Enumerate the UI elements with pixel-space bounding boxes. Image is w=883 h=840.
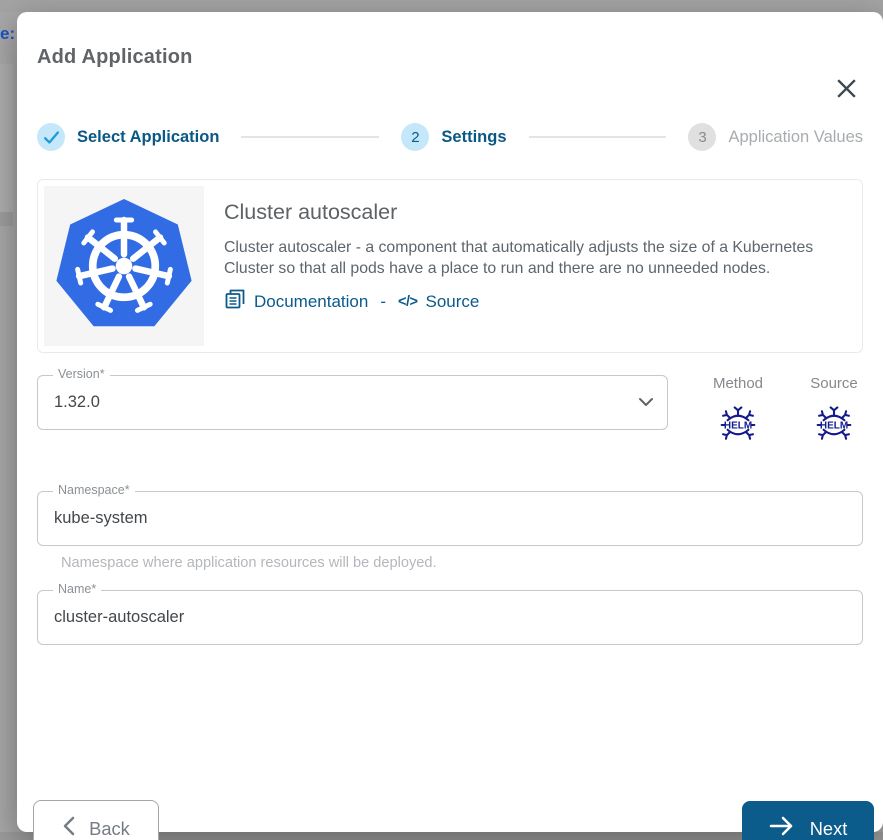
- step-select-application[interactable]: Select Application: [37, 123, 219, 151]
- name-input[interactable]: [54, 608, 846, 627]
- namespace-label: Namespace*: [53, 483, 135, 497]
- back-button-label: Back: [89, 818, 130, 840]
- documentation-icon: [224, 288, 246, 315]
- namespace-helper-text: Namespace where application resources wi…: [61, 555, 863, 571]
- step-connector: [241, 136, 379, 138]
- svg-text:HELM: HELM: [820, 420, 848, 431]
- step-application-values[interactable]: 3 Application Values: [688, 123, 863, 151]
- dialog-title: Add Application: [37, 46, 863, 69]
- namespace-input[interactable]: [54, 509, 846, 528]
- source-link[interactable]: </> Source: [398, 292, 479, 312]
- wizard-stepper: Select Application 2 Settings 3 Applicat…: [37, 123, 863, 151]
- step-number-badge: 2: [401, 123, 429, 151]
- application-description: Cluster autoscaler - a component that au…: [224, 237, 824, 279]
- name-label: Name*: [53, 582, 101, 596]
- svg-text:HELM: HELM: [724, 420, 752, 431]
- step-connector: [529, 136, 667, 138]
- step-number-badge: 3: [688, 123, 716, 151]
- dimmed-background-top: [0, 0, 883, 12]
- next-button-label: Next: [810, 818, 848, 840]
- close-button[interactable]: [833, 77, 859, 103]
- back-button[interactable]: Back: [33, 800, 159, 840]
- helm-source-icon: HELM: [815, 406, 853, 449]
- chevron-down-icon: [638, 394, 654, 412]
- kubernetes-logo-icon: [55, 199, 193, 333]
- version-select[interactable]: Version* 1.32.0: [37, 375, 668, 430]
- version-label: Version*: [53, 367, 110, 381]
- namespace-field-container: Namespace*: [37, 491, 863, 546]
- step-complete-check-icon: [37, 123, 65, 151]
- add-application-dialog: Add Application Select Application 2: [17, 12, 883, 832]
- background-text-fragment: e:: [0, 24, 15, 44]
- source-link-label: Source: [425, 292, 479, 312]
- step-label: Settings: [441, 128, 506, 147]
- helm-method-icon: HELM: [719, 406, 757, 449]
- close-icon: [834, 76, 859, 104]
- arrow-right-icon: [769, 816, 795, 840]
- dimmed-background-band: [0, 212, 13, 226]
- step-label: Application Values: [728, 128, 863, 147]
- application-logo-container: [44, 186, 204, 346]
- dimmed-background-band: [0, 64, 13, 212]
- method-column-label: Method: [713, 375, 763, 392]
- application-card: Cluster autoscaler Cluster autoscaler - …: [37, 179, 863, 353]
- source-column-label: Source: [810, 375, 858, 392]
- code-icon: </>: [398, 294, 417, 310]
- application-title: Cluster autoscaler: [224, 200, 824, 225]
- step-settings[interactable]: 2 Settings: [401, 123, 506, 151]
- name-field-container: Name*: [37, 590, 863, 645]
- link-separator: -: [376, 292, 390, 312]
- chevron-left-icon: [62, 816, 75, 840]
- step-label: Select Application: [77, 128, 219, 147]
- documentation-link-label: Documentation: [254, 292, 368, 312]
- version-value: 1.32.0: [54, 393, 651, 412]
- documentation-link[interactable]: Documentation: [224, 288, 368, 315]
- next-button[interactable]: Next: [742, 801, 874, 840]
